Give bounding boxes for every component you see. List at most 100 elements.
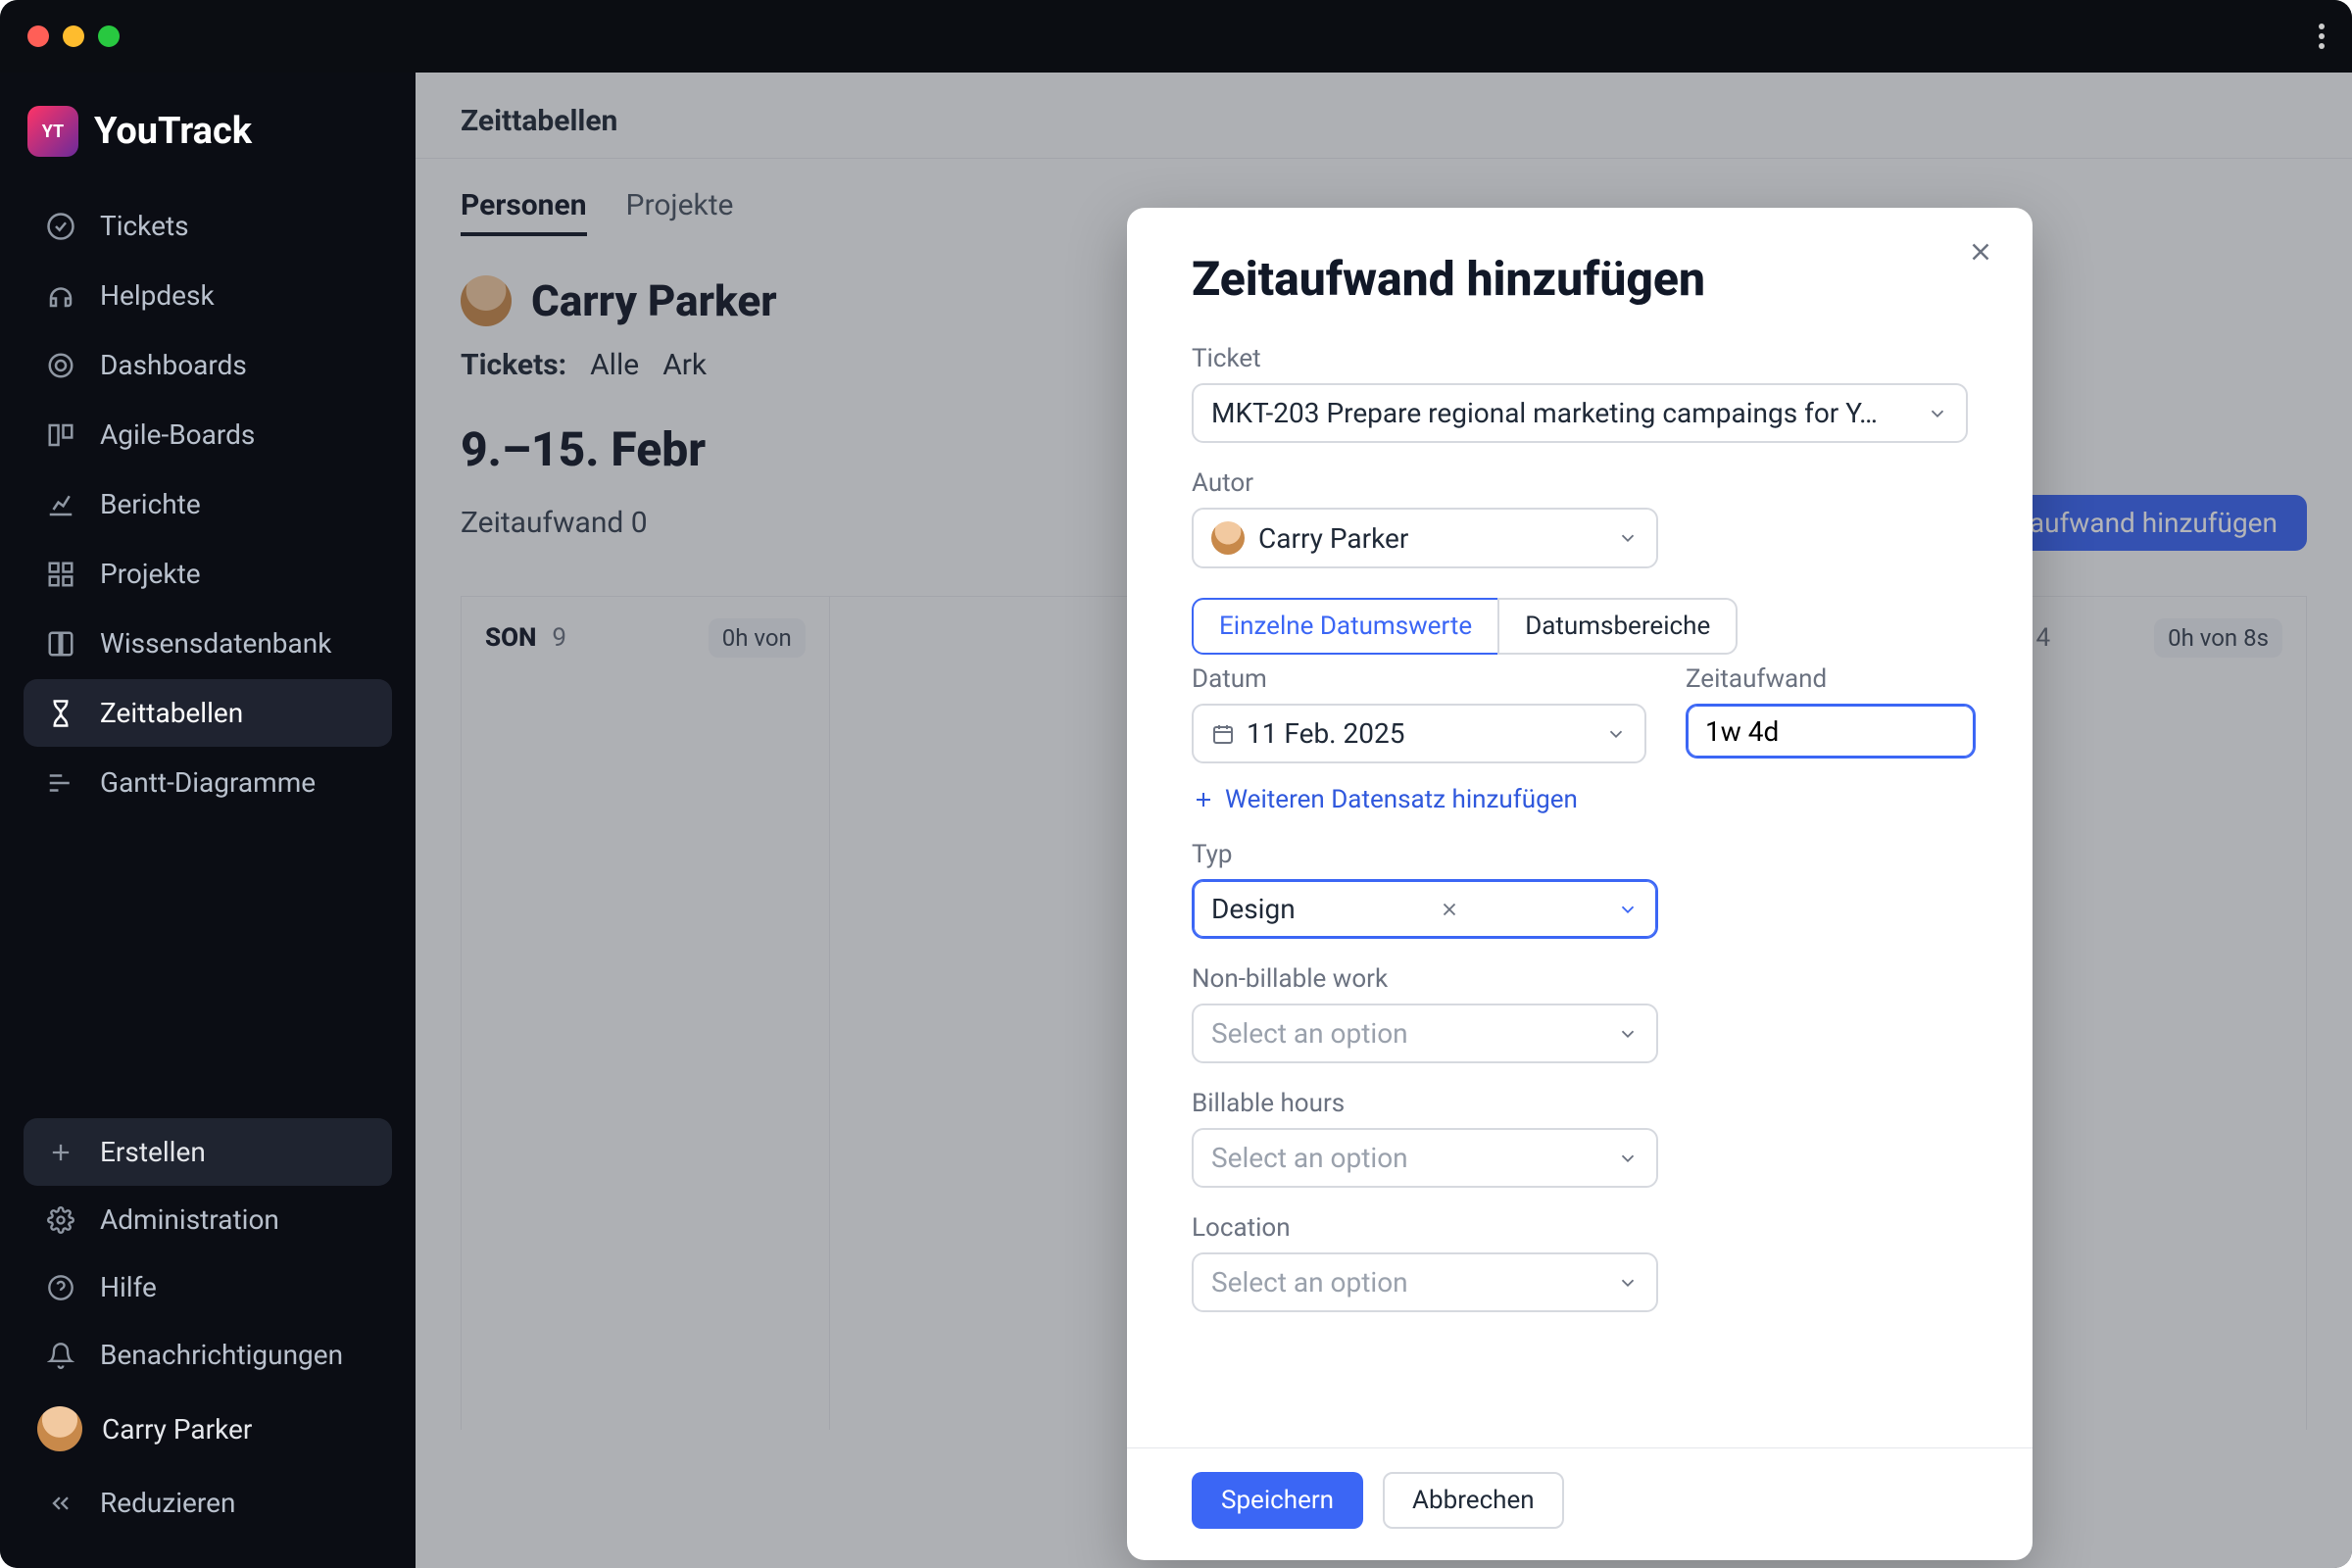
add-more-label: Weiteren Datensatz hinzufügen — [1225, 785, 1578, 814]
window-zoom-dot[interactable] — [98, 25, 120, 47]
board-icon — [45, 419, 76, 451]
primary-nav: Tickets Helpdesk Dashboards Agile-Boards… — [24, 192, 392, 816]
help-icon — [45, 1272, 76, 1303]
add-time-modal: Zeitaufwand hinzufügen Ticket MKT-203 Pr… — [1127, 208, 2033, 1560]
app-window: YT YouTrack Tickets Helpdesk Dashboards — [0, 0, 2352, 1568]
add-more-dates-button[interactable]: Weiteren Datensatz hinzufügen — [1192, 785, 1968, 814]
type-label: Typ — [1192, 840, 1968, 869]
billable-select[interactable]: Select an option — [1192, 1128, 1658, 1188]
chevron-down-icon — [1617, 527, 1639, 549]
time-spent-input[interactable]: 1w 4d — [1686, 704, 1976, 759]
clear-icon[interactable] — [1439, 899, 1460, 920]
kebab-menu-icon[interactable] — [2319, 24, 2325, 49]
nav-label: Gantt-Diagramme — [100, 766, 316, 799]
nonbillable-select[interactable]: Select an option — [1192, 1004, 1658, 1063]
select-placeholder: Select an option — [1211, 1266, 1408, 1298]
save-button[interactable]: Speichern — [1192, 1472, 1363, 1529]
date-value: 11 Feb. 2025 — [1247, 717, 1404, 750]
plus-icon — [1192, 788, 1215, 811]
nav-dashboards[interactable]: Dashboards — [24, 331, 392, 399]
nav-help[interactable]: Hilfe — [24, 1253, 392, 1321]
time-spent-label: Zeitaufwand — [1686, 664, 1976, 694]
chevron-down-icon — [1617, 1148, 1639, 1169]
chevron-down-icon — [1617, 899, 1639, 920]
plus-icon — [45, 1137, 76, 1168]
nav-timesheets[interactable]: Zeittabellen — [24, 679, 392, 747]
close-icon[interactable] — [1966, 237, 1995, 267]
billable-label: Billable hours — [1192, 1089, 1968, 1118]
location-select[interactable]: Select an option — [1192, 1252, 1658, 1312]
ticket-label: Ticket — [1192, 344, 1968, 373]
nav-label: Zeittabellen — [100, 697, 243, 729]
target-icon — [45, 350, 76, 381]
mode-single-button[interactable]: Einzelne Datumswerte — [1192, 598, 1497, 655]
user-name: Carry Parker — [102, 1413, 252, 1446]
chevrons-left-icon — [45, 1488, 76, 1519]
create-label: Erstellen — [100, 1136, 206, 1168]
date-picker[interactable]: 11 Feb. 2025 — [1192, 704, 1646, 763]
calendar-icon — [1211, 722, 1235, 746]
nav-knowledge-base[interactable]: Wissensdatenbank — [24, 610, 392, 677]
nav-label: Helpdesk — [100, 279, 215, 312]
ticket-select[interactable]: MKT-203 Prepare regional marketing campa… — [1192, 383, 1968, 443]
author-select[interactable]: Carry Parker — [1192, 508, 1658, 568]
headset-icon — [45, 280, 76, 312]
type-select[interactable]: Design — [1192, 879, 1658, 939]
gantt-icon — [45, 767, 76, 799]
date-label: Datum — [1192, 664, 1646, 694]
avatar-icon — [1211, 521, 1245, 555]
nav-agile-boards[interactable]: Agile-Boards — [24, 401, 392, 468]
help-label: Hilfe — [100, 1271, 157, 1303]
create-button[interactable]: Erstellen — [24, 1118, 392, 1186]
notifications-label: Benachrichtigungen — [100, 1339, 343, 1371]
mode-range-button[interactable]: Datumsbereiche — [1497, 598, 1738, 655]
nonbillable-label: Non-billable work — [1192, 964, 1968, 994]
gear-icon — [45, 1204, 76, 1236]
nav-label: Projekte — [100, 558, 201, 590]
select-placeholder: Select an option — [1211, 1142, 1408, 1174]
brand-name: YouTrack — [94, 110, 252, 153]
check-circle-icon — [45, 211, 76, 242]
window-close-dot[interactable] — [27, 25, 49, 47]
modal-title: Zeitaufwand hinzufügen — [1192, 251, 1968, 307]
bell-icon — [45, 1340, 76, 1371]
grid-icon — [45, 559, 76, 590]
chevron-down-icon — [1617, 1272, 1639, 1294]
collapse-label: Reduzieren — [100, 1487, 235, 1519]
title-bar — [0, 0, 2352, 73]
nav-tickets[interactable]: Tickets — [24, 192, 392, 260]
current-user[interactable]: Carry Parker — [24, 1389, 392, 1469]
nav-helpdesk[interactable]: Helpdesk — [24, 262, 392, 329]
brand: YT YouTrack — [24, 96, 392, 192]
main-content: Zeittabellen Personen Projekte Carry Par… — [416, 73, 2352, 1568]
nav-label: Tickets — [100, 210, 189, 242]
avatar-icon — [37, 1406, 82, 1451]
chevron-down-icon — [1605, 723, 1627, 745]
nav-projects[interactable]: Projekte — [24, 540, 392, 608]
nav-label: Berichte — [100, 488, 201, 520]
nav-gantt[interactable]: Gantt-Diagramme — [24, 749, 392, 816]
nav-administration[interactable]: Administration — [24, 1186, 392, 1253]
nav-label: Dashboards — [100, 349, 247, 381]
nav-notifications[interactable]: Benachrichtigungen — [24, 1321, 392, 1389]
hourglass-icon — [45, 698, 76, 729]
chart-icon — [45, 489, 76, 520]
author-value: Carry Parker — [1258, 522, 1408, 555]
nav-label: Wissensdatenbank — [100, 627, 331, 660]
type-value: Design — [1211, 893, 1296, 925]
sidebar: YT YouTrack Tickets Helpdesk Dashboards — [0, 73, 416, 1568]
admin-label: Administration — [100, 1203, 279, 1236]
cancel-button[interactable]: Abbrechen — [1383, 1472, 1564, 1529]
window-minimize-dot[interactable] — [63, 25, 84, 47]
nav-reports[interactable]: Berichte — [24, 470, 392, 538]
author-label: Autor — [1192, 468, 1968, 498]
brand-logo-icon: YT — [27, 106, 78, 157]
chevron-down-icon — [1617, 1023, 1639, 1045]
traffic-lights — [27, 25, 120, 47]
nav-label: Agile-Boards — [100, 418, 255, 451]
time-spent-value: 1w 4d — [1705, 715, 1779, 748]
ticket-value: MKT-203 Prepare regional marketing campa… — [1211, 397, 1878, 429]
modal-footer: Speichern Abbrechen — [1127, 1447, 2033, 1560]
collapse-sidebar[interactable]: Reduzieren — [24, 1469, 392, 1537]
book-icon — [45, 628, 76, 660]
